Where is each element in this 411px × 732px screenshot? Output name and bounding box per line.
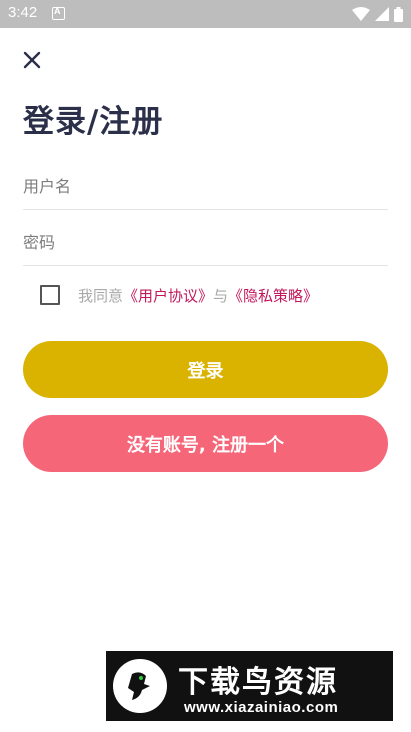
status-icons (352, 6, 403, 22)
close-button[interactable] (20, 48, 44, 72)
login-button[interactable]: 登录 (23, 341, 388, 398)
agree-joiner-text: 与 (213, 286, 229, 305)
register-button[interactable]: 没有账号, 注册一个 (23, 415, 388, 472)
password-input[interactable] (23, 222, 388, 262)
notification-icon-letter: A (54, 6, 61, 16)
username-field (23, 166, 388, 210)
agree-prefix-text: 我同意 (78, 286, 124, 305)
watermark-title: 下载鸟资源 (178, 665, 338, 700)
privacy-policy-link[interactable]: 《隐私策略》 (228, 285, 318, 306)
battery-icon (394, 6, 403, 22)
close-icon (23, 51, 41, 69)
bird-logo-icon (113, 659, 167, 713)
user-agreement-link[interactable]: 《用户协议》 (123, 285, 213, 306)
agreement-row: 我同意 《用户协议》 与 《隐私策略》 (40, 284, 318, 306)
notification-icon: A (52, 6, 65, 20)
watermark-url: www.xiazainiao.com (184, 699, 339, 716)
status-bar: 3:42 A (0, 0, 411, 28)
agree-checkbox[interactable] (40, 285, 60, 305)
password-field (23, 222, 388, 266)
signal-icon (375, 7, 389, 21)
status-time: 3:42 (8, 4, 38, 21)
watermark-banner: 下载鸟资源 www.xiazainiao.com (106, 651, 393, 721)
username-input[interactable] (23, 166, 388, 206)
page-title: 登录/注册 (23, 104, 164, 140)
wifi-icon (352, 7, 370, 21)
